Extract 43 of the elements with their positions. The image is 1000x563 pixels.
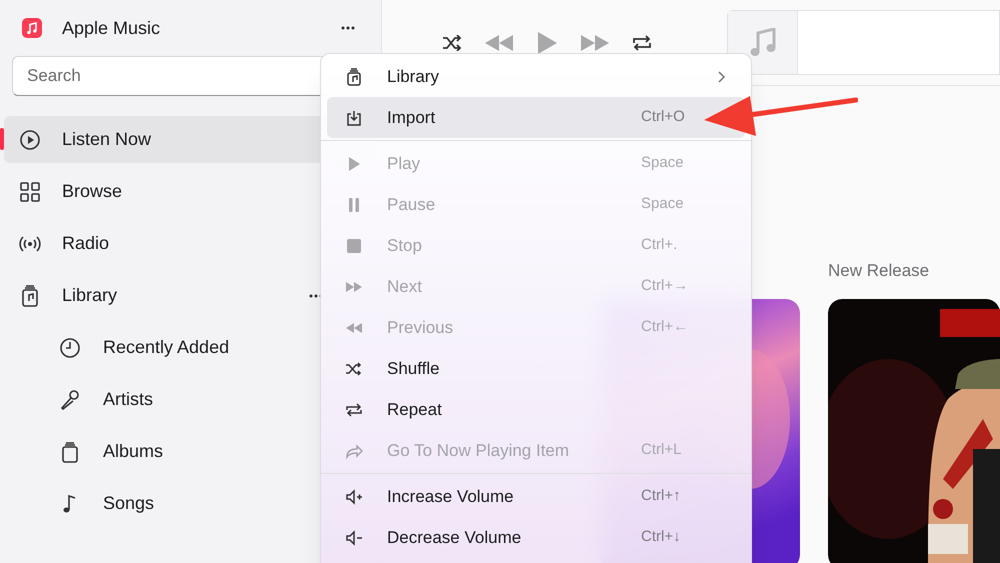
music-note-icon (22, 18, 42, 38)
grid-icon (19, 180, 41, 202)
volume-down-icon (345, 528, 363, 546)
menu-label: Play (387, 152, 420, 175)
play-circle-icon (19, 128, 41, 150)
forward-arrow-icon (345, 442, 363, 460)
import-icon (345, 108, 363, 126)
menu-label: Next (387, 276, 422, 298)
menu-label: Decrease Volume (387, 526, 522, 549)
clock-icon (59, 336, 81, 358)
menu-label: Increase Volume (387, 486, 514, 508)
library-icon (19, 284, 41, 306)
microphone-icon (59, 388, 81, 410)
repeat-icon[interactable] (632, 34, 652, 52)
library-icon (345, 68, 363, 86)
shortcut-text: Space (641, 153, 685, 174)
volume-up-icon (345, 488, 363, 506)
menu-label: Import (387, 106, 436, 129)
menu-label: Library (387, 66, 439, 88)
section-title: New Release (828, 260, 930, 282)
menu-label: Stop (387, 234, 422, 257)
shortcut-text: Ctrl+↑ (641, 486, 682, 506)
menu-label: Previous (387, 316, 454, 339)
menu-label: Pause (387, 194, 436, 216)
shuffle-icon[interactable] (442, 34, 462, 50)
repeat-icon (345, 400, 363, 418)
stop-icon (345, 236, 363, 254)
shortcut-text: Ctrl+→ (641, 276, 690, 296)
menu-item[interactable]: Import Ctrl+O (327, 97, 745, 138)
menu-label: Repeat (387, 398, 442, 421)
menu-label: Shuffle (387, 358, 440, 380)
app-title: Apple Music (62, 16, 160, 40)
music-note-icon (750, 28, 776, 58)
shortcut-text: Ctrl+L (641, 440, 682, 460)
shortcut-text: Ctrl+← (641, 317, 690, 338)
menu-label: Go To Now Playing Item (387, 440, 570, 462)
shortcut-text: Space (641, 194, 685, 214)
shortcut-text: Ctrl+O (641, 107, 686, 128)
shortcut-text: Ctrl+. (641, 235, 678, 256)
shuffle-icon (345, 360, 363, 378)
albums-icon (59, 440, 81, 462)
more-icon[interactable] (341, 26, 355, 30)
shortcut-text: Ctrl+↓ (641, 527, 682, 548)
